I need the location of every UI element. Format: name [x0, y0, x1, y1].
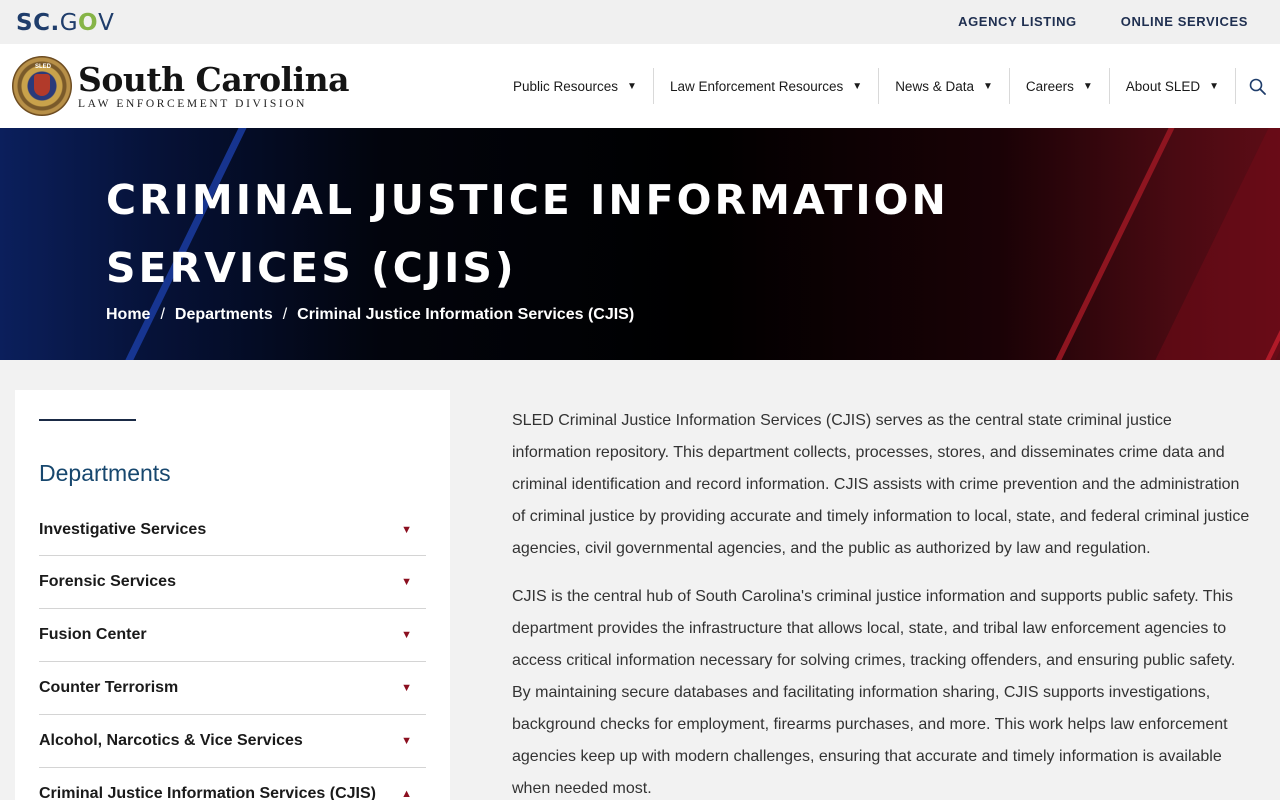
- sled-seal-logo[interactable]: SLED: [12, 56, 72, 116]
- caret-down-icon: ▼: [627, 80, 637, 92]
- utility-links: AGENCY LISTING ONLINE SERVICES: [958, 14, 1248, 29]
- caret-down-icon: ▼: [982, 80, 993, 92]
- nav-label: News & Data: [895, 78, 974, 94]
- main-nav: Public Resources ▼ Law Enforcement Resou…: [497, 68, 1266, 104]
- nav-news-data[interactable]: News & Data ▼: [879, 68, 1010, 104]
- scgov-logo-v: V: [98, 10, 115, 36]
- page-hero: CRIMINAL JUSTICE INFORMATION SERVICES (C…: [0, 128, 1280, 360]
- nav-law-enforcement-resources[interactable]: Law Enforcement Resources ▼: [654, 68, 880, 104]
- breadcrumb-separator: /: [160, 306, 165, 323]
- sidebar-item-cjis[interactable]: Criminal Justice Information Services (C…: [39, 768, 426, 800]
- nav-careers[interactable]: Careers ▼: [1010, 68, 1110, 104]
- search-button[interactable]: [1236, 68, 1266, 104]
- search-icon: [1249, 78, 1266, 95]
- scgov-logo-g: G: [59, 10, 79, 36]
- sidebar-item-label: Counter Terrorism: [39, 679, 179, 696]
- main-content: SLED Criminal Justice Information Servic…: [512, 405, 1254, 800]
- sidebar-item-fusion-center[interactable]: Fusion Center ▼: [39, 609, 426, 662]
- nav-label: Public Resources: [512, 78, 619, 94]
- breadcrumb-departments[interactable]: Departments: [175, 306, 273, 324]
- breadcrumb-home[interactable]: Home: [106, 306, 150, 324]
- departments-sidebar: Departments Investigative Services ▼ For…: [15, 390, 450, 800]
- nav-label: About SLED: [1125, 78, 1201, 94]
- caret-down-icon: ▼: [1082, 80, 1093, 92]
- collapse-triangle-icon[interactable]: ▲: [401, 788, 412, 800]
- content-paragraph: SLED Criminal Justice Information Servic…: [512, 412, 1250, 557]
- seal-shield-icon: [34, 74, 50, 96]
- sidebar-item-label: Alcohol, Narcotics & Vice Services: [39, 732, 303, 749]
- nav-label: Careers: [1025, 78, 1074, 94]
- seal-label: SLED: [35, 64, 52, 70]
- expand-triangle-icon[interactable]: ▼: [401, 629, 412, 641]
- breadcrumb-current: Criminal Justice Information Services (C…: [297, 306, 635, 323]
- agency-listing-link[interactable]: AGENCY LISTING: [958, 14, 1077, 29]
- sidebar-item-counter-terrorism[interactable]: Counter Terrorism ▼: [39, 662, 426, 715]
- sidebar-item-forensic-services[interactable]: Forensic Services ▼: [39, 556, 426, 609]
- caret-down-icon: ▼: [852, 80, 863, 92]
- site-header: SLED South Carolina LAW ENFORCEMENT DIVI…: [0, 44, 1280, 128]
- sidebar-item-label: Forensic Services: [39, 573, 176, 590]
- breadcrumb: Home / Departments / Criminal Justice In…: [106, 306, 634, 324]
- brand-subtitle: LAW ENFORCEMENT DIVISION: [78, 98, 308, 110]
- sidebar-title: Departments: [39, 460, 171, 486]
- expand-triangle-icon[interactable]: ▼: [401, 576, 412, 588]
- scgov-logo[interactable]: SC.GOV: [16, 10, 114, 36]
- departments-list: Investigative Services ▼ Forensic Servic…: [39, 505, 426, 800]
- breadcrumb-separator: /: [282, 306, 288, 323]
- sidebar-item-investigative-services[interactable]: Investigative Services ▼: [39, 504, 426, 556]
- expand-triangle-icon[interactable]: ▼: [401, 682, 412, 694]
- online-services-link[interactable]: ONLINE SERVICES: [1121, 14, 1248, 29]
- utility-bar: SC.GOV AGENCY LISTING ONLINE SERVICES: [0, 0, 1280, 44]
- nav-public-resources[interactable]: Public Resources ▼: [497, 68, 654, 104]
- brand-name[interactable]: South Carolina: [78, 62, 350, 98]
- sidebar-item-label: Fusion Center: [39, 626, 147, 643]
- nav-about-sled[interactable]: About SLED ▼: [1110, 68, 1236, 104]
- scgov-logo-dot: .: [50, 10, 60, 36]
- expand-triangle-icon[interactable]: ▼: [401, 735, 412, 747]
- scgov-logo-sc: SC: [16, 10, 51, 36]
- sidebar-item-label: Criminal Justice Information Services (C…: [39, 785, 376, 800]
- scgov-logo-o: O: [78, 10, 99, 36]
- sidebar-item-alcohol-narcotics-vice[interactable]: Alcohol, Narcotics & Vice Services ▼: [39, 715, 426, 768]
- nav-label: Law Enforcement Resources: [669, 78, 844, 94]
- content-paragraph: CJIS is the central hub of South Carolin…: [512, 588, 1236, 797]
- sidebar-divider: [39, 419, 136, 421]
- caret-down-icon: ▼: [1209, 80, 1219, 92]
- expand-triangle-icon[interactable]: ▼: [401, 524, 412, 536]
- sidebar-item-label: Investigative Services: [39, 520, 207, 538]
- page-title: CRIMINAL JUSTICE INFORMATION SERVICES (C…: [106, 176, 949, 292]
